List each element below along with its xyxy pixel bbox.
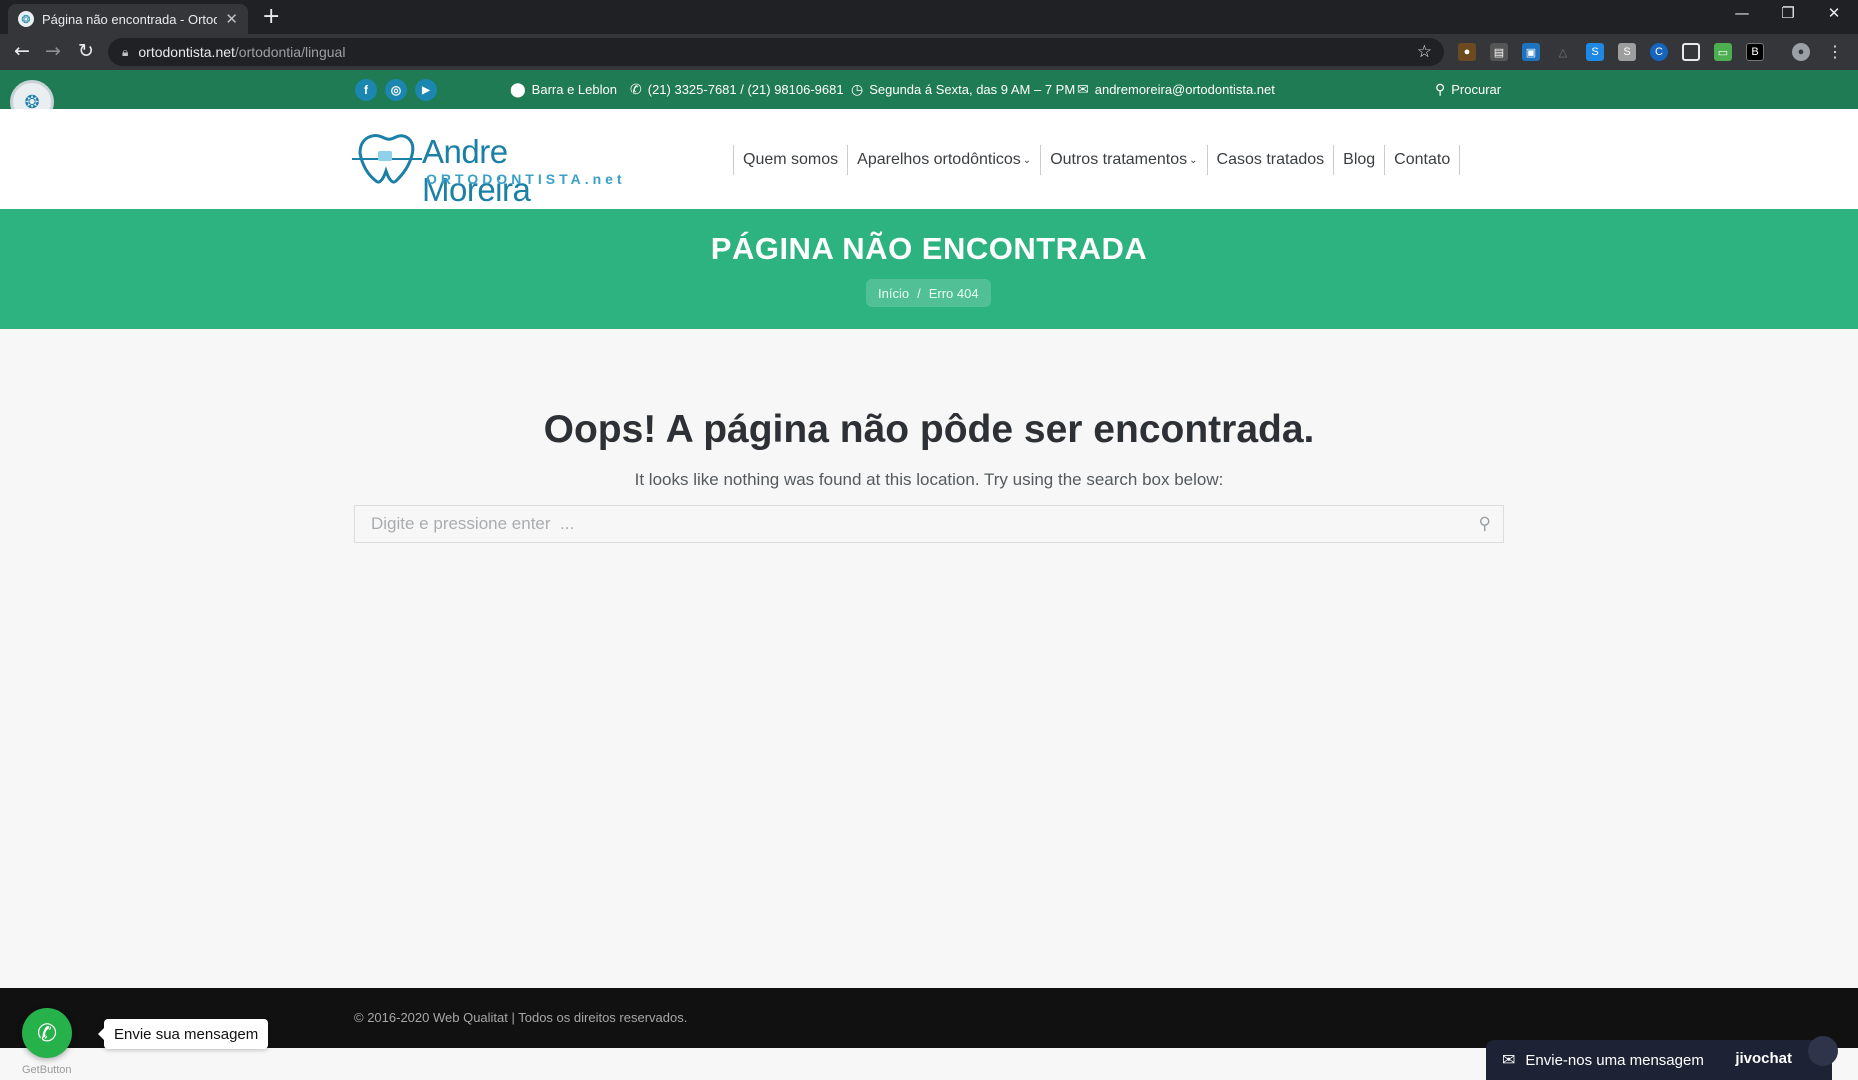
jivochat-brand: jivochat (1735, 1050, 1792, 1067)
extension-icon[interactable]: ▭ (1714, 43, 1732, 61)
copyright-text: © 2016-2020 Web Qualitat | Todos os dire… (354, 1010, 688, 1025)
site-footer: © 2016-2020 Web Qualitat | Todos os dire… (0, 988, 1858, 1048)
extension-icon[interactable]: C (1650, 43, 1668, 61)
restore-icon[interactable]: ❐ (1776, 4, 1800, 22)
search-form: ⚲ (354, 505, 1504, 543)
youtube-icon[interactable]: ▶ (415, 79, 437, 101)
page-title-banner: PÁGINA NÃO ENCONTRADA Início / Erro 404 (0, 209, 1858, 329)
clock-icon: ◷ (851, 81, 864, 97)
phone-icon: ✆ (630, 81, 642, 97)
menu-item-blog[interactable]: Blog (1333, 145, 1384, 175)
extension-icon[interactable]: S (1618, 43, 1636, 61)
menu-item-label: Casos tratados (1216, 151, 1325, 168)
location-info: ⬤ Barra e Leblon (510, 81, 617, 98)
menu-item-aparelhos-ortodonticos[interactable]: Aparelhos ortodônticos ⌄ (847, 145, 1040, 175)
breadcrumb-current: Erro 404 (928, 285, 979, 301)
email-text: andremoreira@ortodontista.net (1094, 82, 1275, 97)
search-input[interactable] (355, 506, 1503, 542)
back-icon[interactable]: ← (10, 40, 34, 62)
extension-icon[interactable]: ● (1458, 43, 1476, 61)
jivochat-widget[interactable]: ✉ Envie-nos uma mensagem jivochat (1486, 1036, 1838, 1080)
top-info-bar: f ◎ ▶ ⬤ Barra e Leblon ✆ (21) 3325-7681 … (0, 70, 1858, 109)
menu-item-label: Outros tratamentos (1050, 151, 1188, 168)
whatsapp-tooltip[interactable]: Envie sua mensagem (97, 1019, 269, 1049)
menu-item-quem-somos[interactable]: Quem somos (733, 145, 847, 175)
address-bar[interactable]: 🔒︎ ortodontista.net/ortodontia/lingual ☆ (108, 38, 1444, 66)
menu-item-label: Blog (1343, 151, 1376, 168)
reload-icon[interactable]: ↻ (74, 40, 98, 62)
whatsapp-icon: ✆ (36, 1019, 58, 1047)
page-title: PÁGINA NÃO ENCONTRADA (710, 231, 1148, 266)
email-info[interactable]: ✉ andremoreira@ortodontista.net (1077, 81, 1275, 98)
save-extension-icon[interactable]: ▣ (1522, 43, 1540, 61)
menu-item-label: Contato (1394, 151, 1451, 168)
breadcrumb-home-link[interactable]: Início (878, 286, 909, 301)
phone-info[interactable]: ✆ (21) 3325-7681 / (21) 98106-9681 (630, 81, 844, 98)
extension-icon[interactable]: S (1586, 43, 1604, 61)
menu-item-casos-tratados[interactable]: Casos tratados (1206, 145, 1334, 175)
not-found-message: It looks like nothing was found at this … (634, 470, 1224, 489)
whatsapp-tooltip-text: Envie sua mensagem (114, 1025, 259, 1043)
phone-text: (21) 3325-7681 / (21) 98106-9681 (647, 82, 844, 97)
tooth-favicon-icon: ❂ (18, 11, 34, 27)
new-tab-button[interactable]: + (262, 6, 280, 28)
site-header: Andre Moreira ORTODONTISTA.net Quem somo… (0, 109, 1858, 209)
search-icon: ⚲ (1435, 81, 1446, 97)
url-host: ortodontista.net (138, 44, 235, 60)
envelope-icon: ✉ (1077, 81, 1089, 97)
url-path: /ortodontia/lingual (234, 44, 346, 60)
whatsapp-button[interactable]: ✆ (22, 1008, 72, 1058)
envelope-icon: ✉ (1502, 1052, 1516, 1069)
jivochat-avatar (1808, 1036, 1838, 1066)
url-text[interactable]: ortodontista.net/ortodontia/lingual (138, 44, 345, 60)
menu-item-contato[interactable]: Contato (1384, 145, 1461, 175)
chevron-down-icon: ⌄ (1189, 154, 1198, 166)
getbutton-label[interactable]: GetButton (22, 1064, 72, 1076)
logo-sub-text: ORTODONTISTA.net (426, 171, 626, 187)
extension-icon[interactable]: B (1746, 43, 1764, 61)
map-pin-icon: ⬤ (510, 81, 526, 97)
lock-icon: 🔒︎ (122, 44, 129, 59)
tooth-logo-icon (352, 134, 422, 184)
jivochat-message: Envie-nos uma mensagem (1525, 1051, 1704, 1069)
not-found-heading: Oops! A página não pôde ser encontrada. (543, 408, 1315, 451)
instagram-icon[interactable]: ◎ (385, 79, 407, 101)
menu-item-label: Aparelhos ortodônticos (857, 151, 1021, 168)
close-window-icon[interactable]: ✕ (1822, 4, 1846, 22)
top-search-link[interactable]: ⚲ Procurar (1435, 81, 1501, 98)
tab-title: Página não encontrada - Ortodontista (42, 11, 218, 27)
facebook-icon[interactable]: f (355, 79, 377, 101)
minimize-icon[interactable]: — (1730, 4, 1754, 22)
browser-tab[interactable]: ❂ Página não encontrada - Ortodontista ✕ (8, 4, 248, 34)
chevron-down-icon: ⌄ (1022, 154, 1032, 166)
kebab-menu-icon[interactable]: ⋮ (1826, 43, 1844, 61)
extension-icon[interactable]: ▤ (1490, 43, 1508, 61)
hours-text: Segunda á Sexta, das 9 AM – 7 PM (869, 82, 1076, 97)
screenshot-extension-icon[interactable] (1682, 43, 1700, 61)
search-label: Procurar (1451, 82, 1502, 97)
main-menu: Quem somos Aparelhos ortodônticos ⌄ Outro… (733, 145, 1461, 175)
browser-toolbar: ← → ↻ 🔒︎ ortodontista.net/ortodontia/lin… (0, 34, 1858, 70)
hours-info: ◷ Segunda á Sexta, das 9 AM – 7 PM (851, 81, 1075, 98)
breadcrumb: Início / Erro 404 (866, 279, 991, 307)
location-text: Barra e Leblon (531, 82, 617, 97)
site-logo[interactable]: Andre Moreira ORTODONTISTA.net (352, 129, 622, 208)
browser-tab-strip: ❂ Página não encontrada - Ortodontista ✕… (0, 0, 1858, 34)
forward-icon[interactable]: → (41, 40, 65, 62)
menu-item-label: Quem somos (743, 151, 839, 168)
star-icon[interactable]: ☆ (1417, 42, 1432, 62)
extension-icon[interactable]: △ (1554, 43, 1572, 61)
profile-icon[interactable]: ● (1792, 43, 1810, 61)
tab-close-icon[interactable]: ✕ (225, 10, 238, 28)
menu-item-outros-tratamentos[interactable]: Outros tratamentos ⌄ (1040, 145, 1206, 175)
breadcrumb-separator: / (917, 285, 921, 301)
search-icon[interactable]: ⚲ (1479, 514, 1491, 534)
